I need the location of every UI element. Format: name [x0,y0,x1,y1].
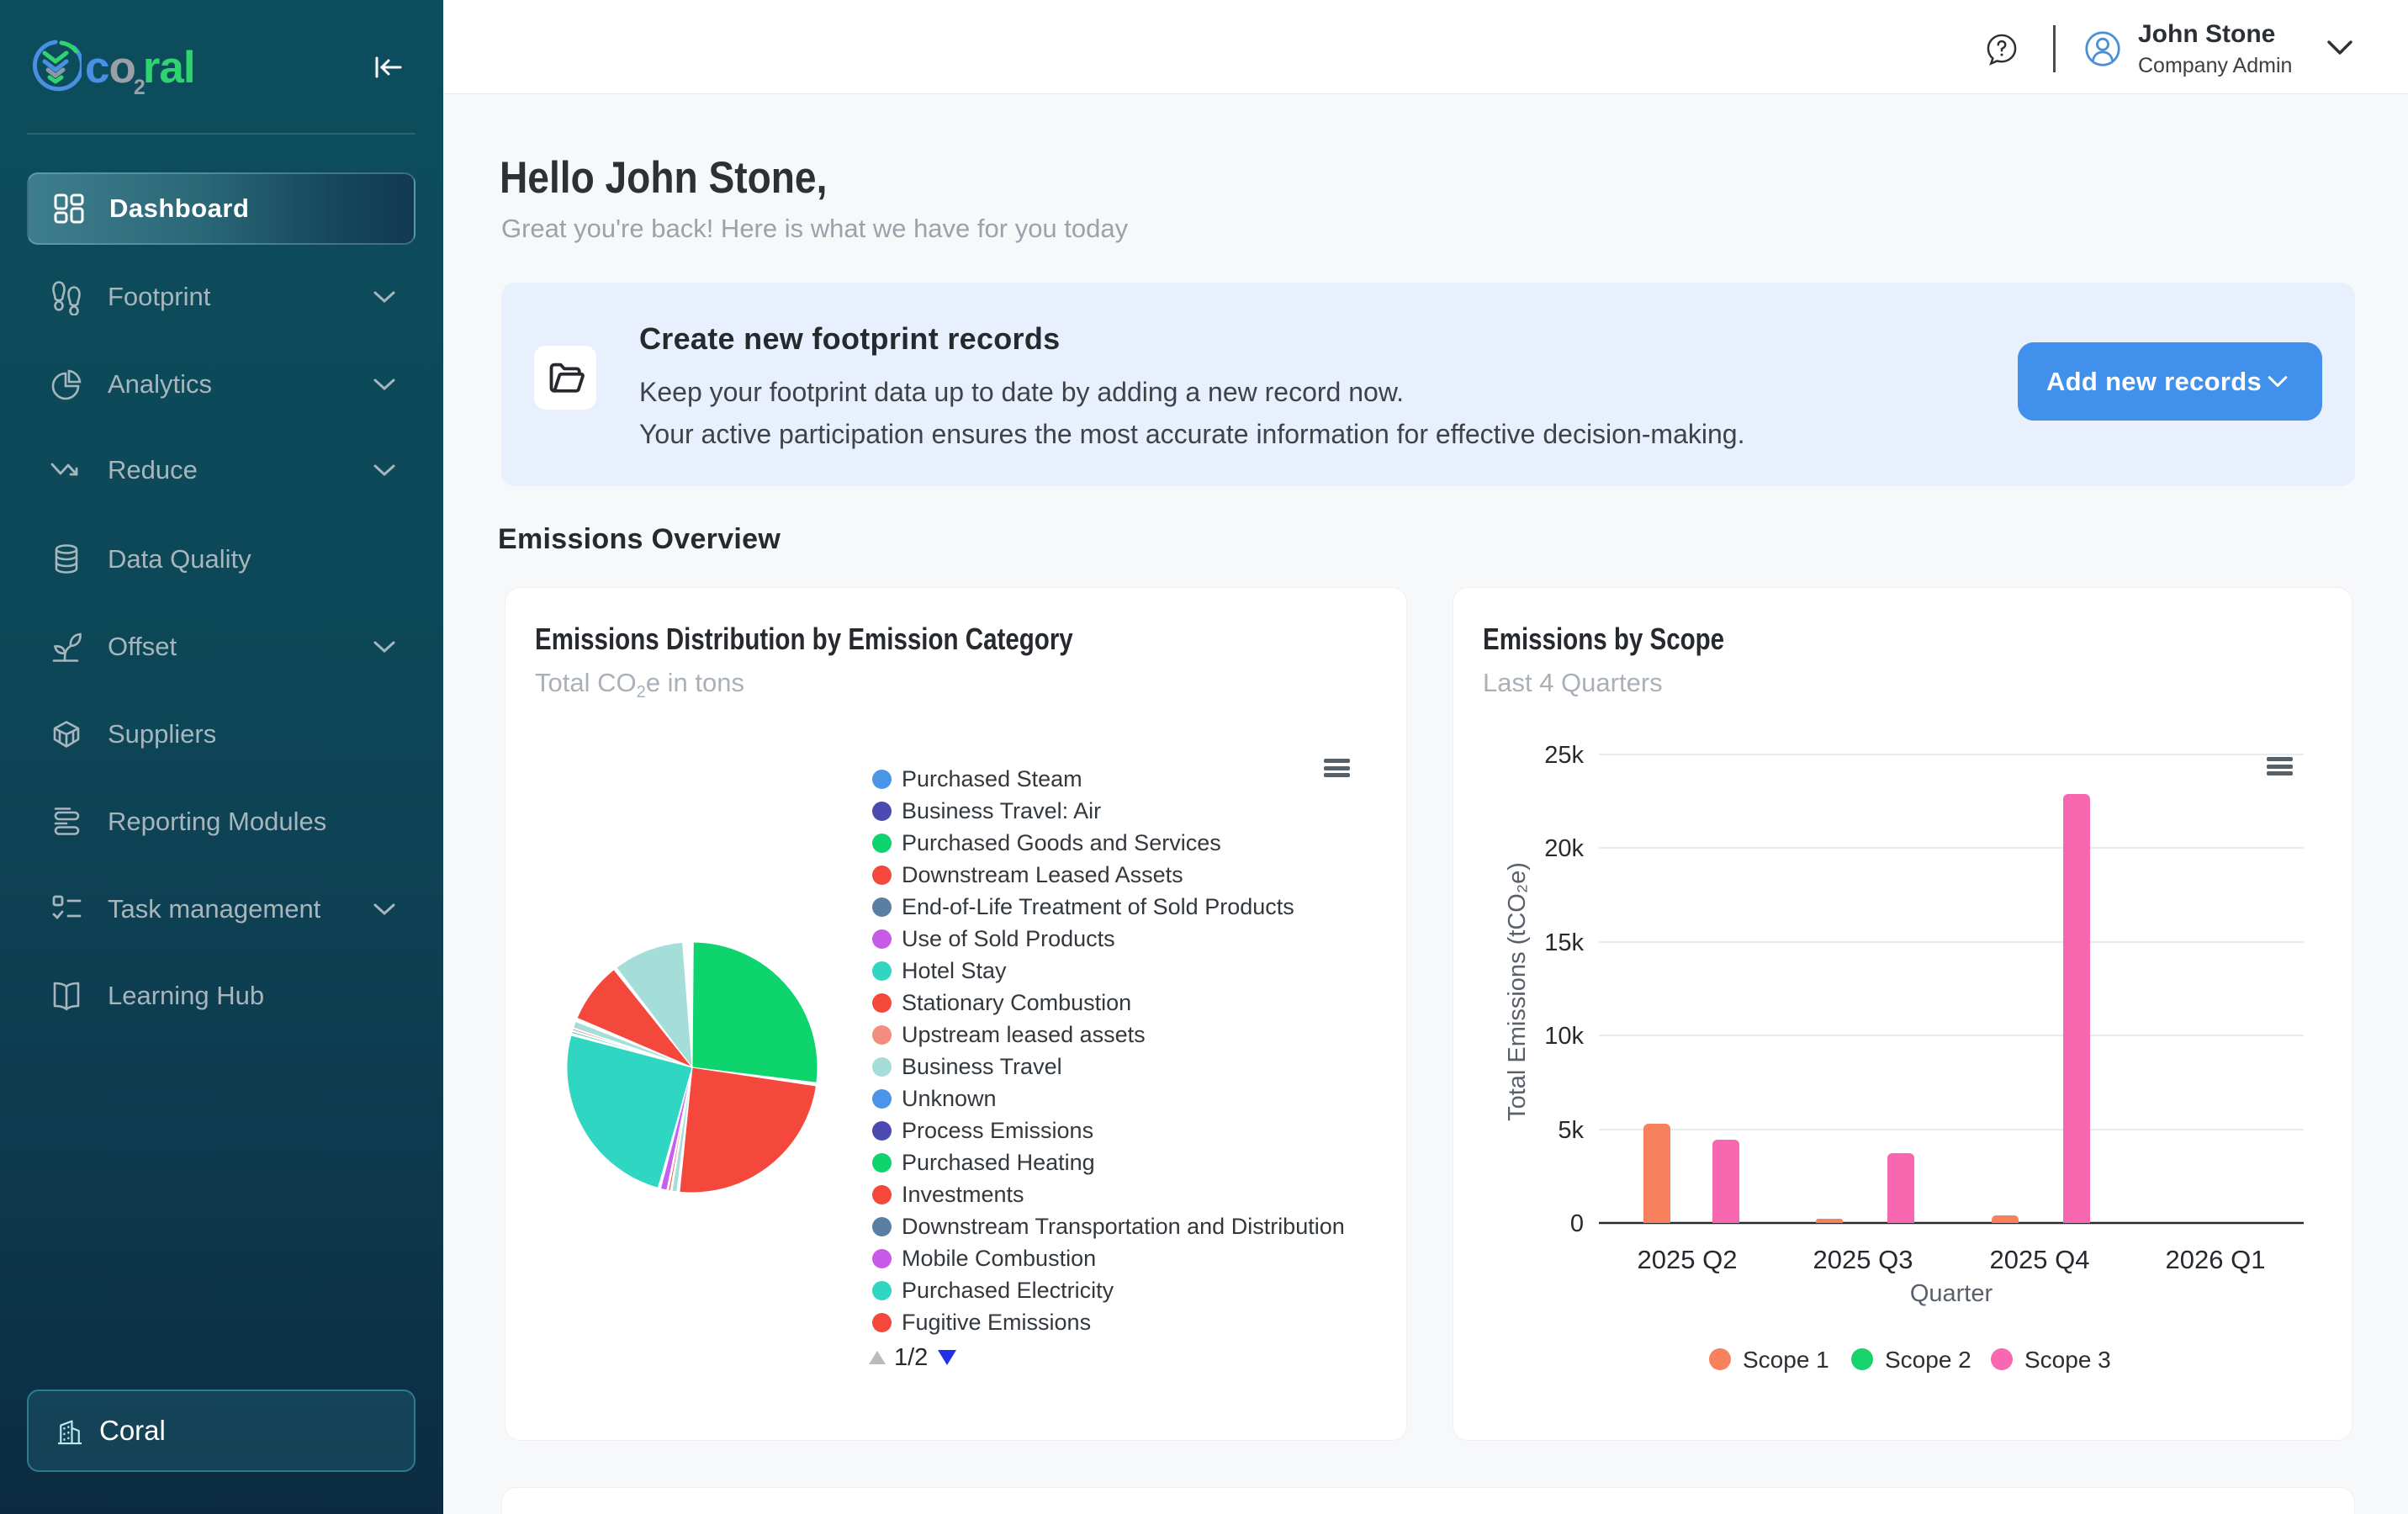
svg-text:Scope 3: Scope 3 [2024,1347,2111,1373]
svg-text:10k: 10k [1544,1023,1584,1050]
svg-text:5k: 5k [1558,1117,1584,1144]
svg-text:2025 Q4: 2025 Q4 [1990,1245,2090,1274]
svg-text:2026 Q1: 2026 Q1 [2166,1245,2266,1274]
svg-text:2025 Q3: 2025 Q3 [1813,1245,1913,1274]
svg-text:20k: 20k [1544,835,1584,862]
svg-text:2025 Q2: 2025 Q2 [1638,1245,1738,1274]
svg-text:25k: 25k [1544,742,1584,769]
svg-text:Total Emissions (tCO₂e): Total Emissions (tCO₂e) [1504,862,1531,1121]
svg-text:Quarter: Quarter [1910,1280,1993,1307]
svg-text:0: 0 [1570,1210,1584,1237]
svg-text:Scope 2: Scope 2 [1885,1347,1971,1373]
svg-text:Scope 1: Scope 1 [1743,1347,1829,1373]
svg-text:15k: 15k [1544,929,1584,956]
